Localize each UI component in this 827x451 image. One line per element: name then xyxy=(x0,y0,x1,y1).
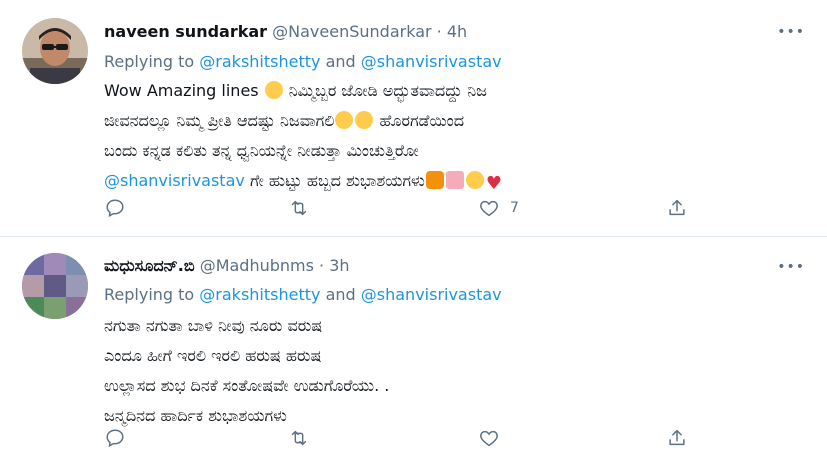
replying-and: and xyxy=(320,285,361,304)
tweet-text-line: ಹೊರಗಡೆಯಿಂದ xyxy=(374,111,465,130)
replying-to: Replying to @rakshitshetty and @shanvisr… xyxy=(104,285,502,304)
replying-and: and xyxy=(320,52,361,71)
tweet-actions xyxy=(104,427,704,451)
tweet-text-line: ಉಲ್ಲಾಸದ ಶುಭ ದಿನಕೆ ಸಂತೋಷವೇ ಉಡುಗೊರೆಯು. . xyxy=(104,376,390,395)
user-handle[interactable]: @Madhubnms xyxy=(200,256,314,275)
tweet-header: ಮಧುಸೂದನ್.ಬಿ @Madhubnms · 3h xyxy=(104,256,350,276)
mention-rakshitshetty[interactable]: @rakshitshetty xyxy=(199,285,320,304)
birthday-cake-icon xyxy=(445,171,464,189)
avatar[interactable] xyxy=(22,18,88,84)
like-button[interactable] xyxy=(478,427,500,449)
retweet-icon xyxy=(291,200,307,216)
tweet-text-line: ನಿಮ್ಮಿಬ್ಬರ ಜೋಡಿ ಅದ್ಭುತವಾದದ್ದು ನಿಜ xyxy=(283,81,487,100)
share-button[interactable] xyxy=(666,427,688,449)
share-button[interactable] xyxy=(666,197,688,219)
bouquet-icon xyxy=(425,171,444,189)
tweet-actions: 7 xyxy=(104,197,704,221)
mention-shanvisrivastav[interactable]: @shanvisrivastav xyxy=(361,52,502,71)
tweet-text-line: ಬಂದು ಕನ್ನಡ ಕಲಿತು ತನ್ನ ಧ್ವನಿಯನ್ನೇ ನೀಡುತ್ತ… xyxy=(104,141,419,160)
tweet-text-line: ಜೀವನದಲ್ಲೂ ನಿಮ್ಮ ಪ್ರೀತಿ ಆದಷ್ಟು ನಿಜವಾಗಲಿ xyxy=(104,111,335,130)
separator-dot: · xyxy=(436,22,442,41)
timestamp[interactable]: 4h xyxy=(447,22,467,41)
replying-to: Replying to @rakshitshetty and @shanvisr… xyxy=(104,52,502,71)
user-handle[interactable]: @NaveenSundarkar xyxy=(272,22,431,41)
like-count: 7 xyxy=(510,200,519,216)
like-button[interactable]: 7 xyxy=(478,197,519,219)
reply-button[interactable] xyxy=(104,197,126,219)
like-icon xyxy=(480,430,498,447)
mention-shanvisrivastav[interactable]: @shanvisrivastav xyxy=(104,171,245,190)
retweet-button[interactable] xyxy=(288,197,310,219)
retweet-icon xyxy=(291,430,307,446)
winking-tongue-icon xyxy=(355,111,374,129)
more-options-icon[interactable]: ••• xyxy=(777,259,805,275)
reply-icon xyxy=(106,429,124,448)
mention-shanvisrivastav[interactable]: @shanvisrivastav xyxy=(361,285,502,304)
smiling-face-icon xyxy=(264,81,283,99)
timestamp[interactable]: 3h xyxy=(329,256,349,275)
tweet-text-line: ಗೇ ಹುಟ್ಟು ಹಬ್ಬದ ಶುಭಾಶಯಗಳು xyxy=(244,171,425,190)
avatar[interactable] xyxy=(22,253,88,319)
tweet-card[interactable]: ಮಧುಸೂದನ್.ಬಿ @Madhubnms · 3h ••• Replying… xyxy=(0,237,827,450)
tweet-text: Wow Amazing lines ನಿಮ್ಮಿಬ್ಬರ ಜೋಡಿ ಅದ್ಭುತ… xyxy=(104,76,809,199)
share-icon xyxy=(669,429,685,446)
tweet-header: naveen sundarkar @NaveenSundarkar · 4h xyxy=(104,22,467,41)
reply-button[interactable] xyxy=(104,427,126,449)
more-options-icon[interactable]: ••• xyxy=(777,24,805,40)
mention-rakshitshetty[interactable]: @rakshitshetty xyxy=(199,52,320,71)
tweet-text-line: ನಗುತಾ ನಗುತಾ ಬಾಳಿ ನೀವು ನೂರು ವರುಷ xyxy=(104,316,323,335)
retweet-button[interactable] xyxy=(288,427,310,449)
reply-icon xyxy=(106,199,124,218)
replying-prefix: Replying to xyxy=(104,285,200,304)
display-name[interactable]: naveen sundarkar xyxy=(104,22,267,41)
red-heart-icon: ♥ xyxy=(485,173,502,194)
share-icon xyxy=(669,199,685,216)
tweet-text-line: ಎಂದೂ ಹೀಗೆ ಇರಲಿ ಇರಲಿ ಹರುಷ ಹರುಷ xyxy=(104,346,322,365)
tweet-card[interactable]: naveen sundarkar @NaveenSundarkar · 4h •… xyxy=(0,0,827,236)
heart-eyes-icon xyxy=(465,171,484,189)
tweet-text-line: Wow Amazing lines xyxy=(104,81,264,100)
heart-eyes-icon xyxy=(335,111,354,129)
separator-dot: · xyxy=(319,256,325,275)
like-icon xyxy=(480,200,498,217)
replying-prefix: Replying to xyxy=(104,52,200,71)
display-name[interactable]: ಮಧುಸೂದನ್.ಬಿ xyxy=(104,256,195,275)
tweet-text: ನಗುತಾ ನಗುತಾ ಬಾಳಿ ನೀವು ನೂರು ವರುಷ ಎಂದೂ ಹೀಗ… xyxy=(104,311,809,431)
